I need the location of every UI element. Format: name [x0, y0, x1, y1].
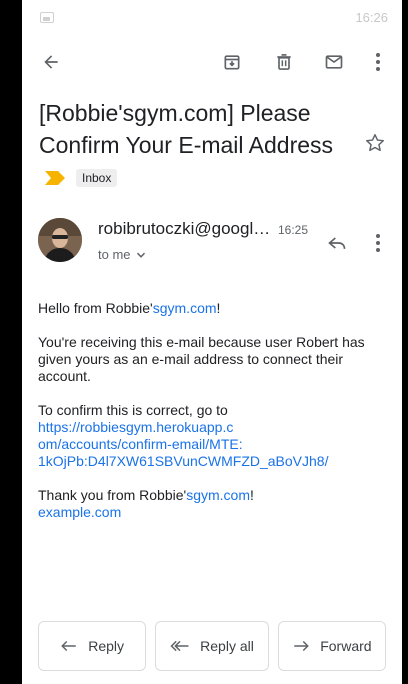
more-vert-icon — [376, 53, 380, 71]
reply-button[interactable]: Reply — [38, 621, 147, 671]
confirm-intro: To confirm this is correct, go to — [38, 402, 228, 418]
image-notification-icon — [40, 12, 54, 23]
recipient-details-toggle[interactable]: to me — [98, 247, 146, 262]
quick-reply-button[interactable] — [322, 228, 352, 258]
message-actions: Reply Reply all Forward — [38, 621, 387, 671]
message-more-button[interactable] — [368, 228, 388, 258]
delete-icon — [277, 54, 291, 70]
status-time: 16:26 — [355, 10, 388, 25]
status-bar: 16:26 — [22, 0, 402, 36]
archive-icon — [224, 55, 240, 70]
confirm-email-link[interactable]: https://robbiesgym.herokuapp.c om/accoun… — [38, 419, 383, 470]
message-time: 16:25 — [278, 223, 309, 237]
chevron-down-icon — [136, 252, 145, 258]
greeting-line: Hello from Robbie'sgym.com! — [38, 300, 383, 317]
site-link[interactable]: sgym.com — [153, 300, 217, 316]
reply-all-icon — [170, 640, 189, 652]
label-row: Inbox — [44, 168, 118, 188]
forward-label: Forward — [320, 638, 372, 654]
star-icon — [366, 134, 384, 152]
reply-icon — [61, 640, 76, 652]
delete-button[interactable] — [270, 48, 298, 76]
greeting-text: Hello from Robbie' — [38, 300, 153, 316]
avatar-photo — [38, 218, 82, 262]
forward-icon — [294, 640, 310, 652]
app-bar — [22, 40, 402, 84]
url-line: om/accounts/confirm-email/MTE: — [38, 436, 243, 452]
site-link[interactable]: sgym.com — [186, 487, 250, 503]
sender-name[interactable]: robibrutoczki@googl… — [98, 219, 270, 239]
sender-avatar[interactable] — [38, 218, 82, 262]
reply-all-button[interactable]: Reply all — [155, 621, 269, 671]
thanks-paragraph: Thank you from Robbie'sgym.com! example.… — [38, 487, 383, 521]
reply-label: Reply — [88, 638, 125, 654]
more-options-button[interactable] — [364, 48, 392, 76]
star-button[interactable] — [362, 130, 388, 156]
forward-button[interactable]: Forward — [277, 621, 387, 671]
footer-link[interactable]: example.com — [38, 504, 121, 520]
url-line: https://robbiesgym.herokuapp.c — [38, 419, 234, 435]
reply-all-label: Reply all — [200, 638, 254, 654]
mark-unread-button[interactable] — [320, 48, 348, 76]
email-screen: 16:26 [Robbie'sgym.com] Please Confirm Y… — [22, 0, 402, 684]
greeting-suffix: ! — [216, 300, 221, 316]
reply-icon — [328, 237, 346, 249]
thanks-text: Thank you from Robbie' — [38, 487, 187, 503]
inbox-label-chip[interactable]: Inbox — [76, 169, 118, 187]
archive-button[interactable] — [218, 48, 246, 76]
thanks-suffix: ! — [250, 487, 254, 503]
more-vert-icon — [376, 234, 380, 252]
importance-marker-icon — [45, 171, 65, 185]
mail-icon — [325, 55, 343, 69]
url-line: 1kOjPb:D4l7XW61SBVunCWMFZD_aBoVJh8/ — [38, 453, 329, 469]
email-body: Hello from Robbie'sgym.com! You're recei… — [38, 300, 383, 538]
recipient-label: to me — [98, 247, 131, 262]
notice-paragraph: You're receiving this e-mail because use… — [38, 334, 365, 384]
email-subject: [Robbie'sgym.com] Please Confirm Your E-… — [39, 100, 334, 158]
confirm-paragraph: To confirm this is correct, go to https:… — [38, 402, 383, 470]
back-arrow-icon — [44, 55, 58, 69]
back-button[interactable] — [37, 48, 65, 76]
